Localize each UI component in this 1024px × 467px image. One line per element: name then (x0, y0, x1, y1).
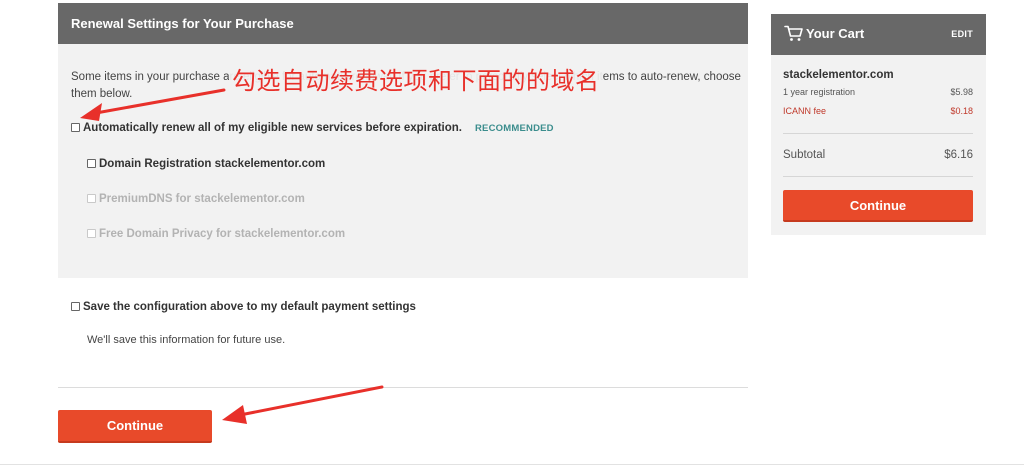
arrow-to-auto-renew (80, 88, 226, 121)
arrow-to-continue (222, 385, 384, 424)
annotation-arrows (80, 88, 384, 424)
